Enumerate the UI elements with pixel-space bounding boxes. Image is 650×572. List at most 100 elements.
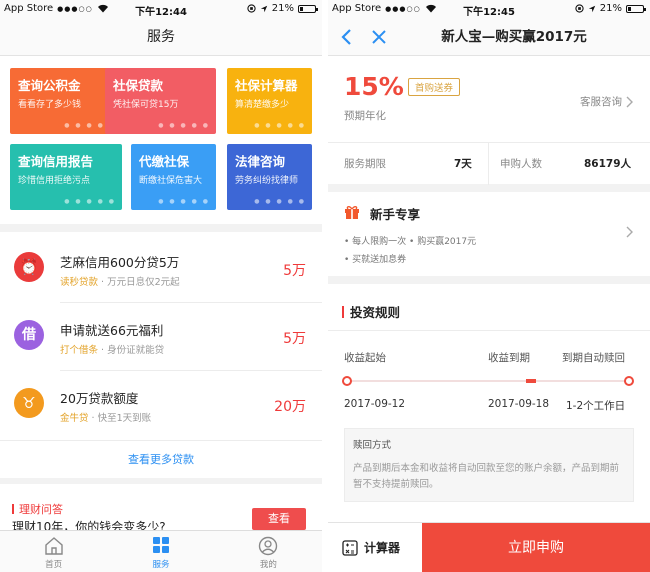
product-detail-screen: App Store ●●●○○ 下午12:45 21% 新人宝—购买赢2017元… [328, 0, 650, 572]
back-chevron-icon[interactable] [338, 28, 356, 46]
section-marker [342, 306, 344, 318]
divider [488, 143, 489, 185]
user-icon [259, 536, 278, 556]
page-title: 服务 [0, 18, 322, 56]
divider [328, 330, 650, 331]
loan-desc: · 身份证就能贷 [101, 345, 165, 356]
period-label: 服务期限 [344, 158, 386, 170]
orientation-lock-icon [247, 4, 256, 13]
newbie-detail: • 买就送加息券 [344, 255, 407, 265]
timeline-start-dot [342, 376, 352, 386]
loan-provider: 金牛贷 [60, 413, 89, 424]
redeem-method-box: 赎回方式 产品到期后本金和收益将自动回款至您的账户余额，产品到期前暂不支持提前赎… [344, 428, 634, 502]
tile-legal-consult[interactable]: 法律咨询 劳务纠纷找律师 ● ● ● ● ● [227, 144, 312, 210]
view-button[interactable]: 查看 [252, 508, 306, 530]
newbie-offer[interactable]: 新手专享 • 每人限购一次 • 购买赢2017元 • 买就送加息券 [328, 192, 650, 276]
grid-icon [152, 537, 169, 553]
battery-percent: 21% [271, 3, 294, 14]
tab-services[interactable]: 服务 [107, 531, 214, 572]
loan-title: 芝麻信用600分贷5万 [60, 255, 180, 270]
bull-icon: ♉ [14, 388, 44, 418]
rate-label: 预期年化 [344, 110, 386, 122]
loan-desc: · 万元日息仅2元起 [101, 277, 180, 288]
period-value: 7天 [454, 158, 472, 170]
timeline-end-dot [624, 376, 634, 386]
redeem-method-text: 产品到期后本金和收益将自动回款至您的账户余额，产品到期前暂不支持提前赎回。 [353, 463, 620, 490]
calculator-button[interactable]: 计算器 [342, 539, 400, 556]
location-icon [588, 5, 595, 12]
loan-item[interactable]: 借 申请就送66元福利 打个借条 · 身份证就能贷 5万 [0, 304, 322, 368]
battery-icon [626, 4, 646, 13]
decor-dots: ● ● ● ● ● [64, 198, 116, 205]
decor-dots: ● ● ● ● ● [254, 198, 306, 205]
tab-bar: 首页 服务 我的 [0, 530, 322, 572]
tab-mine[interactable]: 我的 [215, 531, 322, 572]
end-label: 收益到期 [488, 352, 530, 364]
decor-dots: ● ● ● ● ● [158, 198, 210, 205]
tile-social-security-payment[interactable]: 代缴社保 断缴社保危害大 ● ● ● ● ● [131, 144, 216, 210]
info-row: 服务期限 7天 申购人数 86179人 [328, 142, 650, 185]
service-grid: 查询公积金 看看存了多少钱 ● ● ● ● ● 社保贷款 凭社保可贷15万 ● … [0, 56, 322, 224]
alarm-clock-icon: ⏰ [14, 252, 44, 282]
status-bar: App Store ●●●○○ 下午12:44 21% [0, 0, 322, 18]
loan-item[interactable]: ♉ 20万贷款额度 金牛贷 · 快至1天到账 20万 [0, 372, 322, 436]
home-icon [44, 537, 63, 555]
investment-rules: 投资规则 收益起始 收益到期 到期自动赎回 2017-09-12 2017-09… [328, 284, 650, 522]
more-loans-link[interactable]: 查看更多贷款 [0, 440, 322, 478]
redeem-time: 1-2个工作日 [566, 400, 626, 412]
start-label: 收益起始 [344, 352, 386, 364]
first-purchase-badge: 首购送券 [408, 78, 461, 96]
newbie-detail: • 每人限购一次 • 购买赢2017元 [344, 237, 477, 247]
decor-dots: ● ● ● ● ● [254, 122, 306, 129]
battery-icon [298, 4, 318, 13]
rate-card: 15% 首购送券 预期年化 客服咨询 [328, 56, 650, 142]
nav-bar: 新人宝—购买赢2017元 [328, 18, 650, 56]
loan-amount: 5万 [283, 331, 306, 347]
chevron-right-icon [626, 226, 633, 238]
finance-title: 理财问答 [19, 503, 63, 516]
loan-amount: 20万 [274, 399, 306, 415]
start-date: 2017-09-12 [344, 398, 406, 410]
finance-qa-card: 理财问答 理财10年，你的钱会变多少? 查看 [0, 484, 322, 534]
timeline-mid-mark [526, 379, 536, 383]
section-marker [12, 504, 14, 514]
tab-home[interactable]: 首页 [0, 531, 107, 572]
status-bar: App Store ●●●○○ 下午12:45 21% [328, 0, 650, 18]
divider [60, 370, 322, 371]
services-screen: App Store ●●●○○ 下午12:44 21% 服务 查询公积金 看看存… [0, 0, 322, 572]
loan-desc: · 快至1天到账 [91, 413, 152, 424]
buyers-label: 申购人数 [500, 158, 542, 170]
tile-credit-report[interactable]: 查询信用报告 珍惜信用拒绝污点 ● ● ● ● ● [10, 144, 122, 210]
gift-icon [345, 206, 359, 219]
newbie-title: 新手专享 [370, 207, 421, 222]
loan-list: ⏰ 芝麻信用600分贷5万 读秒贷款 · 万元日息仅2元起 5万 借 申请就送6… [0, 232, 322, 478]
redeem-label: 到期自动赎回 [562, 352, 625, 364]
tile-social-security-calculator[interactable]: 社保计算器 算清楚缴多少 ● ● ● ● ● [227, 68, 312, 134]
borrow-icon: 借 [14, 320, 44, 350]
rules-title: 投资规则 [350, 305, 401, 320]
orientation-lock-icon [575, 4, 584, 13]
redeem-method-title: 赎回方式 [353, 440, 392, 451]
loan-provider: 打个借条 [60, 345, 99, 356]
loan-title: 申请就送66元福利 [60, 323, 164, 338]
end-date: 2017-09-18 [488, 398, 550, 410]
close-icon[interactable] [370, 28, 388, 46]
tile-social-security-loan[interactable]: 社保贷款 凭社保可贷15万 ● ● ● ● ● [105, 68, 216, 134]
loan-provider: 读秒贷款 [60, 277, 99, 288]
apply-now-button[interactable]: 立即申购 [422, 523, 650, 572]
timeline-track [346, 380, 632, 382]
bottom-action-bar: 计算器 立即申购 [328, 522, 650, 572]
page-title: 新人宝—购买赢2017元 [441, 29, 587, 45]
customer-service-link[interactable]: 客服咨询 [580, 94, 634, 109]
loan-item[interactable]: ⏰ 芝麻信用600分贷5万 读秒贷款 · 万元日息仅2元起 5万 [0, 236, 322, 300]
chevron-right-icon [626, 96, 633, 107]
loan-title: 20万贷款额度 [60, 391, 139, 406]
decor-dots: ● ● ● ● ● [158, 122, 210, 129]
divider [60, 302, 322, 303]
battery-percent: 21% [599, 3, 622, 14]
calculator-icon [342, 539, 358, 556]
annual-rate: 15% [344, 72, 404, 101]
buyers-value: 86179人 [584, 158, 632, 170]
loan-amount: 5万 [283, 263, 306, 279]
location-icon [260, 5, 267, 12]
